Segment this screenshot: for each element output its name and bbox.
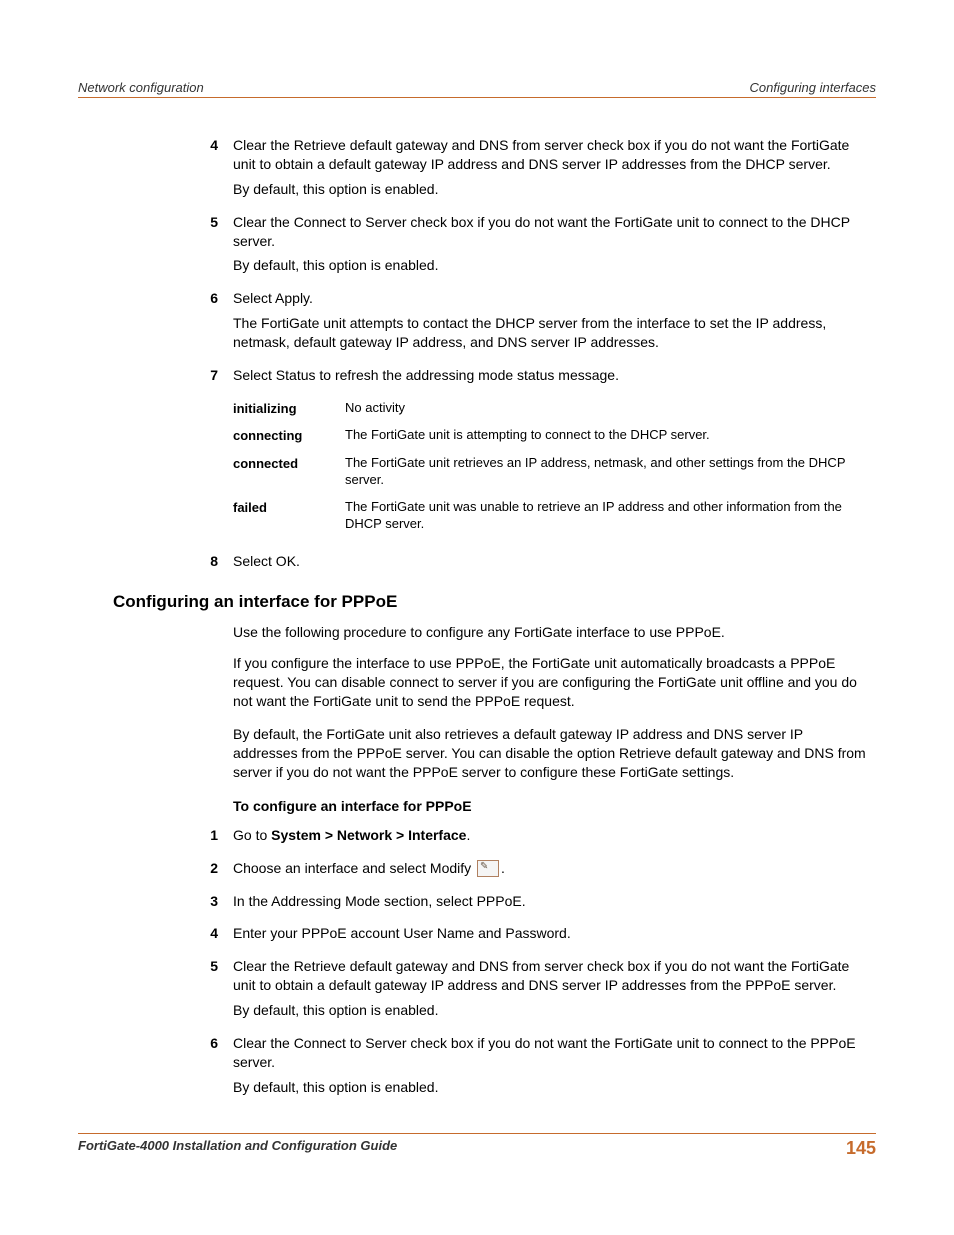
pppoe-step-3: 3 In the Addressing Mode section, select…: [233, 892, 868, 911]
sub-heading: To configure an interface for PPPoE: [233, 798, 868, 814]
section-heading: Configuring an interface for PPPoE: [113, 592, 868, 612]
step-number: 4: [198, 136, 218, 155]
step-text: Go to System > Network > Interface.: [233, 826, 868, 845]
menu-path: System > Network > Interface: [271, 827, 466, 843]
step-text: Clear the Connect to Server check box if…: [233, 213, 868, 251]
step-text: Select OK.: [233, 552, 868, 571]
step-number: 6: [198, 1034, 218, 1053]
table-row: initializing No activity: [233, 395, 868, 423]
status-label: connected: [233, 455, 345, 489]
modify-icon: [477, 860, 499, 877]
step-text: By default, this option is enabled.: [233, 256, 868, 275]
step-number: 2: [198, 859, 218, 878]
step-text: Select Apply.: [233, 289, 868, 308]
step-text: Enter your PPPoE account User Name and P…: [233, 924, 868, 943]
status-label: failed: [233, 499, 345, 533]
status-desc: The FortiGate unit is attempting to conn…: [345, 427, 868, 445]
text-prefix: Go to: [233, 827, 271, 843]
pppoe-step-4: 4 Enter your PPPoE account User Name and…: [233, 924, 868, 943]
footer-title: FortiGate-4000 Installation and Configur…: [78, 1138, 397, 1159]
table-row: connecting The FortiGate unit is attempt…: [233, 422, 868, 450]
step-text: By default, this option is enabled.: [233, 180, 868, 199]
step-4: 4 Clear the Retrieve default gateway and…: [233, 136, 868, 199]
status-table: initializing No activity connecting The …: [233, 395, 868, 538]
step-text: By default, this option is enabled.: [233, 1078, 868, 1097]
step-text: The FortiGate unit attempts to contact t…: [233, 314, 868, 352]
step-text: Clear the Retrieve default gateway and D…: [233, 957, 868, 995]
pppoe-step-6: 6 Clear the Connect to Server check box …: [233, 1034, 868, 1097]
table-row: failed The FortiGate unit was unable to …: [233, 494, 868, 538]
status-desc: The FortiGate unit was unable to retriev…: [345, 499, 868, 533]
status-label: connecting: [233, 427, 345, 445]
header-left: Network configuration: [78, 80, 204, 95]
status-label: initializing: [233, 400, 345, 418]
step-number: 4: [198, 924, 218, 943]
step-number: 5: [198, 957, 218, 976]
step-text: In the Addressing Mode section, select P…: [233, 892, 868, 911]
pppoe-step-1: 1 Go to System > Network > Interface.: [233, 826, 868, 845]
page-header: Network configuration Configuring interf…: [78, 80, 876, 98]
step-6: 6 Select Apply. The FortiGate unit attem…: [233, 289, 868, 352]
text-prefix: Choose an interface and select Modify: [233, 860, 475, 876]
step-5: 5 Clear the Connect to Server check box …: [233, 213, 868, 276]
intro-para: If you configure the interface to use PP…: [233, 654, 868, 711]
step-number: 7: [198, 366, 218, 385]
table-row: connected The FortiGate unit retrieves a…: [233, 450, 868, 494]
text-suffix: .: [466, 827, 470, 843]
page-content: 4 Clear the Retrieve default gateway and…: [78, 136, 876, 1097]
page-number: 145: [846, 1138, 876, 1159]
intro-para: By default, the FortiGate unit also retr…: [233, 725, 868, 782]
header-right: Configuring interfaces: [750, 80, 876, 95]
step-text: Select Status to refresh the addressing …: [233, 366, 868, 385]
status-desc: The FortiGate unit retrieves an IP addre…: [345, 455, 868, 489]
step-number: 1: [198, 826, 218, 845]
pppoe-step-2: 2 Choose an interface and select Modify …: [233, 859, 868, 878]
intro-para: Use the following procedure to configure…: [233, 624, 868, 640]
page-footer: FortiGate-4000 Installation and Configur…: [78, 1133, 876, 1159]
step-text: Choose an interface and select Modify .: [233, 859, 868, 878]
step-8: 8 Select OK.: [233, 552, 868, 571]
step-number: 5: [198, 213, 218, 232]
step-text: Clear the Connect to Server check box if…: [233, 1034, 868, 1072]
step-number: 6: [198, 289, 218, 308]
status-desc: No activity: [345, 400, 868, 418]
step-number: 3: [198, 892, 218, 911]
step-number: 8: [198, 552, 218, 571]
step-text: Clear the Retrieve default gateway and D…: [233, 136, 868, 174]
pppoe-step-5: 5 Clear the Retrieve default gateway and…: [233, 957, 868, 1020]
text-suffix: .: [501, 860, 505, 876]
step-7: 7 Select Status to refresh the addressin…: [233, 366, 868, 538]
step-text: By default, this option is enabled.: [233, 1001, 868, 1020]
